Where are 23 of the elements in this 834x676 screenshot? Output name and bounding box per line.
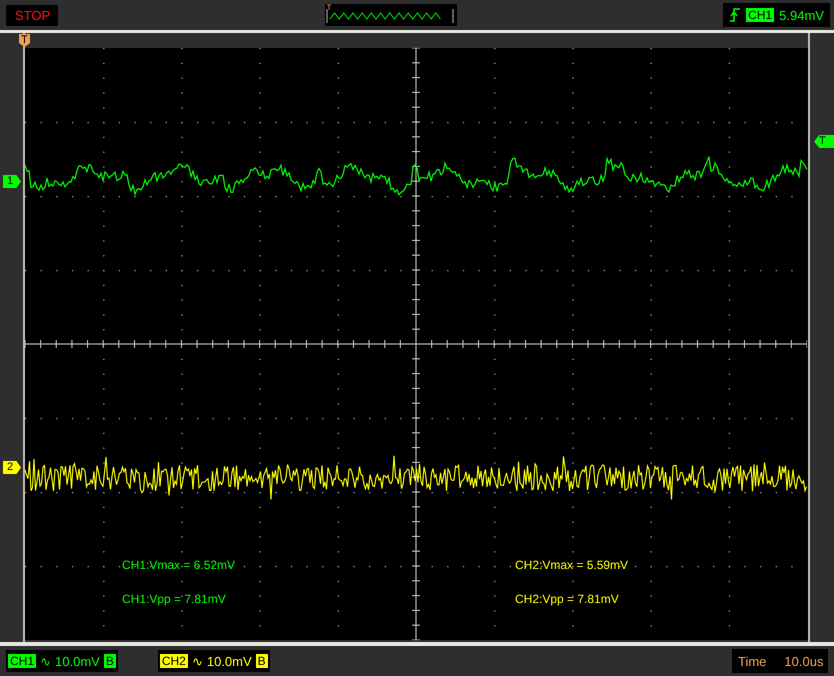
trigger-position-marker[interactable]: T — [19, 34, 30, 47]
measurement-readout: CH1:Vmax = 6.52mV — [122, 558, 236, 572]
trigger-level: 5.94mV — [779, 8, 824, 22]
timebase-value: 10.0us — [784, 654, 824, 668]
trigger-level-marker[interactable]: T — [814, 135, 834, 148]
bandwidth-limit: B — [104, 654, 116, 668]
coupling-symbol: ∿ — [192, 654, 203, 668]
channel-marker[interactable]: 2 — [3, 461, 21, 474]
trigger-channel: CH1 — [746, 8, 774, 22]
overview-trigger-marker: T — [326, 4, 332, 12]
timebase-label: Time — [738, 654, 766, 668]
bandwidth-limit: B — [256, 654, 268, 668]
measurement-readout: CH2:Vmax = 5.59mV — [515, 558, 630, 572]
coupling-symbol: ∿ — [40, 654, 52, 668]
channel-marker[interactable]: 1 — [3, 175, 21, 188]
channel-name: CH2 — [160, 654, 188, 668]
measurement-readout: CH2:Vpp = 7.81mV — [515, 592, 620, 606]
run-status: STOP — [6, 4, 58, 26]
channel-scale: 10.0mV — [206, 654, 252, 668]
channel-name: CH1 — [8, 654, 36, 668]
measurement-readout: CH1:Vpp = 7.81mV — [122, 592, 227, 606]
rising-edge-icon — [729, 7, 742, 23]
channel-scale: 10.0mV — [55, 654, 100, 668]
